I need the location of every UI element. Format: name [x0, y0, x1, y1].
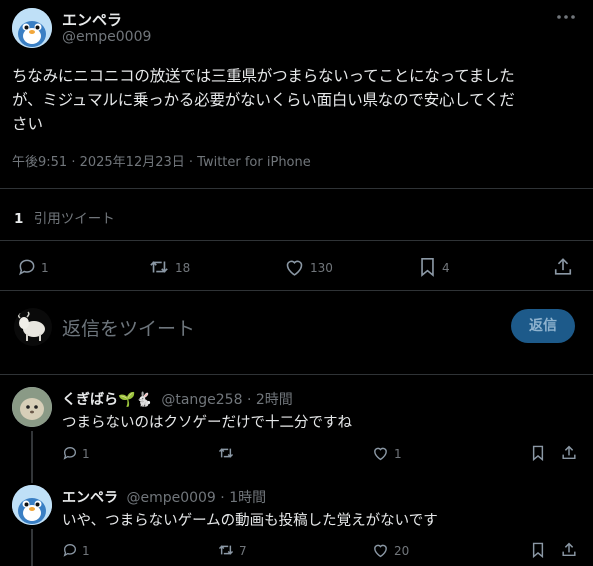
retweet-icon[interactable] — [148, 257, 170, 277]
retweet-icon[interactable] — [217, 445, 235, 461]
reply-icon[interactable] — [62, 445, 78, 461]
like-icon[interactable] — [372, 445, 389, 461]
reply-author-avatar[interactable] — [12, 387, 52, 427]
bookmark-icon[interactable] — [531, 542, 545, 558]
more-options-icon[interactable] — [556, 14, 576, 20]
current-user-avatar — [14, 308, 52, 346]
reply-icon[interactable] — [17, 257, 37, 277]
reply-author-avatar[interactable] — [12, 485, 52, 525]
reply-button[interactable]: 返信 — [511, 309, 575, 343]
reply-count: 1 — [82, 447, 90, 461]
reply-header: くぎばら🌱🐇 @tange258 · 2時間 — [62, 392, 293, 408]
divider — [0, 290, 593, 291]
author-avatar[interactable] — [12, 8, 52, 48]
divider — [0, 240, 593, 241]
like-icon[interactable] — [284, 257, 305, 277]
reply-text: いや、つまらないゲームの動画も投稿した覚えがないです — [62, 513, 438, 529]
reply-author-handle[interactable]: @empe0009 — [126, 490, 215, 506]
bookmark-icon[interactable] — [419, 257, 436, 277]
retweet-icon[interactable] — [217, 542, 235, 558]
quote-tweets-link[interactable]: 1 引用ツイート — [14, 207, 115, 227]
reply-text: つまらないのはクソゲーだけで十二分ですね — [62, 415, 352, 431]
reply-count: 1 — [41, 261, 49, 275]
divider — [0, 374, 593, 375]
reply-time[interactable]: 2時間 — [256, 392, 293, 408]
reply-author-name[interactable]: くぎばら🌱🐇 — [62, 392, 153, 408]
author-name[interactable]: エンペラ — [62, 9, 122, 30]
reply-count: 1 — [82, 544, 90, 558]
reply-header: エンペラ @empe0009 · 1時間 — [62, 490, 267, 506]
bookmark-count: 4 — [442, 261, 450, 275]
retweet-count: 7 — [239, 544, 247, 558]
tweet-text-line-3: さい — [12, 115, 44, 133]
share-icon[interactable] — [553, 256, 573, 277]
reply-time[interactable]: 1時間 — [229, 490, 266, 506]
retweet-count: 18 — [175, 261, 191, 275]
reply-author-name[interactable]: エンペラ — [62, 490, 118, 506]
thread-line — [31, 529, 33, 566]
like-count: 130 — [310, 261, 333, 275]
thread-line — [31, 431, 33, 483]
reply-input[interactable]: 返信をツイート — [62, 314, 195, 341]
quote-count: 1 — [14, 211, 24, 227]
like-count: 1 — [394, 447, 402, 461]
like-count: 20 — [394, 544, 410, 558]
tweet-text-line-1: ちなみにニコニコの放送では三重県がつまらないってことになってました — [12, 67, 515, 85]
tweet-text-line-2: が、ミジュマルに乗っかる必要がないくらい面白い県なので安心してくだ — [12, 91, 515, 109]
quote-label: 引用ツイート — [33, 211, 115, 227]
share-icon[interactable] — [561, 541, 577, 558]
bookmark-icon[interactable] — [531, 445, 545, 461]
share-icon[interactable] — [561, 444, 577, 461]
divider — [0, 188, 593, 189]
reply-author-handle[interactable]: @tange258 — [161, 392, 242, 408]
reply-icon[interactable] — [62, 542, 78, 558]
author-handle[interactable]: @empe0009 — [62, 29, 151, 45]
like-icon[interactable] — [372, 542, 389, 558]
tweet-timestamp[interactable]: 午後9:51 · 2025年12月23日 · Twitter for iPhon… — [12, 151, 311, 170]
